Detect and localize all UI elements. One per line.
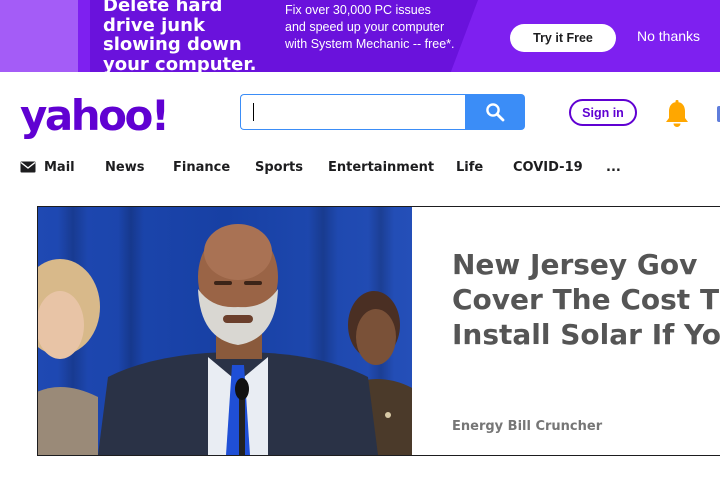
- nav-item-more[interactable]: ...: [606, 152, 621, 182]
- mail-button[interactable]: [716, 102, 720, 126]
- banner-copy[interactable]: Fix over 30,000 PC issues and speed up y…: [285, 2, 455, 53]
- headline-line: New Jersey Gov: [452, 248, 698, 281]
- headline-line: Cover The Cost T: [452, 283, 720, 316]
- story-image: [38, 207, 412, 455]
- search-input[interactable]: [241, 95, 466, 129]
- banner-edge: [0, 0, 78, 72]
- main-nav: Mail News Finance Sports Entertainment L…: [0, 152, 720, 182]
- notifications-button[interactable]: [663, 99, 691, 129]
- nav-item-sports[interactable]: Sports: [255, 152, 303, 182]
- nav-item-entertainment[interactable]: Entertainment: [328, 152, 434, 182]
- nav-item-mail[interactable]: Mail: [20, 152, 75, 182]
- search-box[interactable]: [240, 94, 466, 130]
- story-photo[interactable]: [38, 207, 412, 455]
- search-icon: [486, 103, 505, 122]
- story-card[interactable]: New Jersey Gov Cover The Cost T Install …: [37, 206, 720, 456]
- story-headline[interactable]: New Jersey Gov Cover The Cost T Install …: [452, 247, 720, 352]
- try-it-free-button[interactable]: Try it Free: [510, 24, 616, 52]
- banner-headline[interactable]: Delete hard drive junk slowing down your…: [103, 0, 273, 72]
- text-caret: [253, 103, 254, 121]
- nav-item-news[interactable]: News: [105, 152, 144, 182]
- headline-line: Install Solar If Yo: [452, 318, 720, 351]
- nav-item-finance[interactable]: Finance: [173, 152, 230, 182]
- nav-item-covid[interactable]: COVID-19: [513, 152, 583, 182]
- bell-icon: [666, 100, 688, 127]
- no-thanks-link[interactable]: No thanks: [637, 28, 700, 44]
- yahoo-logo[interactable]: yahoo!: [20, 88, 170, 144]
- nav-item-life[interactable]: Life: [456, 152, 483, 182]
- search-button[interactable]: [465, 94, 525, 130]
- mail-icon: [717, 106, 720, 122]
- sign-in-button[interactable]: Sign in: [569, 99, 637, 126]
- mail-icon: [20, 161, 36, 173]
- story-source: Energy Bill Cruncher: [452, 419, 603, 434]
- nav-item-label: Mail: [44, 159, 75, 175]
- promo-banner: Delete hard drive junk slowing down your…: [0, 0, 720, 72]
